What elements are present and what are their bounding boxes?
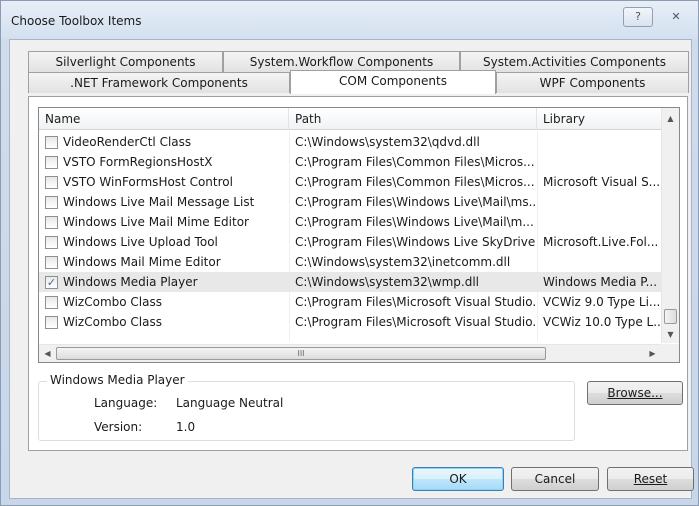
vertical-scrollbar[interactable]: ▲ ▼ (661, 108, 679, 343)
column-header-path[interactable]: Path (289, 108, 537, 130)
ok-button[interactable]: OK (412, 467, 504, 491)
scroll-right-arrow-icon[interactable]: ▶ (644, 345, 661, 362)
item-name: Windows Live Mail Mime Editor (63, 215, 249, 229)
item-name: VSTO FormRegionsHostX (63, 155, 213, 169)
reset-button[interactable]: Reset (607, 467, 694, 491)
list-item[interactable]: WizCombo Class C:\Program Files\Microsoft… (39, 292, 662, 312)
list-item[interactable]: WizCombo Class C:\Program Files\Microsoft… (39, 312, 662, 332)
item-library: Microsoft Visual S... (543, 175, 661, 189)
item-checkbox[interactable] (45, 236, 58, 249)
item-checkbox[interactable] (45, 156, 58, 169)
item-checkbox[interactable] (45, 296, 58, 309)
item-path: C:\Windows\system32\wmp.dll (295, 275, 479, 289)
scroll-up-arrow-icon[interactable]: ▲ (662, 110, 679, 127)
item-path: C:\Windows\system32\inetcomm.dll (295, 255, 511, 269)
item-library (543, 132, 661, 152)
tab-com-components[interactable]: COM Components (290, 70, 496, 94)
item-checkbox[interactable]: ✓ (45, 276, 58, 289)
language-value: Language Neutral (176, 396, 284, 410)
version-label: Version: (94, 420, 143, 434)
item-name: WizCombo Class (63, 315, 162, 329)
list-item[interactable]: Windows Mail Mime Editor C:\Windows\syste… (39, 252, 662, 272)
selected-item-details: Windows Media Player Language: Language … (38, 373, 575, 441)
item-name: Windows Mail Mime Editor (63, 255, 221, 269)
list-item[interactable]: ✓ Windows Media Player C:\Windows\system32… (39, 272, 662, 292)
item-name: WizCombo Class (63, 295, 162, 309)
scroll-left-arrow-icon[interactable]: ◀ (39, 345, 56, 362)
vertical-scroll-thumb[interactable] (664, 309, 677, 324)
close-icon: ✕ (671, 10, 681, 23)
window-title: Choose Toolbox Items (11, 14, 142, 28)
item-name: VideoRenderCtl Class (63, 135, 192, 149)
version-value: 1.0 (176, 420, 196, 434)
horizontal-scrollbar[interactable]: ◀ III ▶ (39, 344, 662, 362)
help-icon: ? (635, 10, 641, 23)
tab-net-framework-components[interactable]: .NET Framework Components (28, 72, 290, 93)
language-label: Language: (94, 396, 158, 410)
list-item[interactable]: Windows Live Upload Tool C:\Program Files… (39, 232, 662, 252)
item-path: C:\Program Files\Windows Live\Mail\ms... (295, 195, 535, 209)
item-library: Microsoft.Live.Fol... (543, 235, 659, 249)
list-body: VideoRenderCtl Class C:\Windows\system32\… (39, 131, 662, 341)
browse-button-label: Browse... (607, 386, 663, 400)
column-header-name[interactable]: Name (39, 108, 289, 130)
item-path: C:\Program Files\Microsoft Visual Studio… (295, 295, 535, 309)
close-button[interactable]: ✕ (661, 7, 691, 27)
details-title: Windows Media Player (47, 373, 188, 387)
item-path: C:\Windows\system32\qdvd.dll (295, 135, 480, 149)
title-bar: Choose Toolbox Items ? ✕ (1, 1, 698, 39)
item-checkbox[interactable] (45, 216, 58, 229)
scroll-grip-icon: III (297, 349, 305, 358)
tab-system-activities-components[interactable]: System.Activities Components (460, 51, 689, 72)
item-checkbox[interactable] (45, 176, 58, 189)
item-checkbox[interactable] (45, 256, 58, 269)
item-checkbox[interactable] (45, 196, 58, 209)
list-item[interactable]: VSTO FormRegionsHostX C:\Program Files\Co… (39, 152, 662, 172)
list-header: Name Path Library (39, 108, 662, 130)
list-item[interactable]: VideoRenderCtl Class C:\Windows\system32\… (39, 132, 662, 152)
column-header-library[interactable]: Library (537, 108, 662, 130)
item-library: Windows Media P... (543, 275, 658, 289)
reset-button-label: Reset (633, 472, 668, 486)
item-name: Windows Media Player (63, 275, 198, 289)
item-path: C:\Program Files\Windows Live SkyDrive..… (295, 235, 535, 249)
item-path: C:\Program Files\Windows Live\Mail\m... (295, 215, 534, 229)
cancel-button[interactable]: Cancel (511, 467, 599, 491)
dialog-window: Choose Toolbox Items ? ✕ Silverlight Com… (0, 0, 699, 506)
horizontal-scroll-thumb[interactable]: III (56, 347, 546, 360)
item-name: Windows Live Mail Message List (63, 195, 255, 209)
scrollbar-corner (661, 344, 679, 362)
item-library (543, 212, 661, 232)
scroll-down-arrow-icon[interactable]: ▼ (662, 326, 679, 343)
item-library: VCWiz 9.0 Type Li... (543, 295, 661, 309)
list-item[interactable]: Windows Live Mail Message List C:\Program… (39, 192, 662, 212)
item-name: Windows Live Upload Tool (63, 235, 218, 249)
item-library: VCWiz 10.0 Type L... (543, 315, 661, 329)
list-item[interactable]: VSTO WinFormsHost Control C:\Program File… (39, 172, 662, 192)
item-checkbox[interactable] (45, 136, 58, 149)
item-library (543, 152, 661, 172)
components-list[interactable]: Name Path Library VideoRenderCtl Class C:… (38, 107, 680, 363)
help-button[interactable]: ? (623, 7, 653, 27)
tab-wpf-components[interactable]: WPF Components (496, 72, 689, 93)
tab-silverlight-components[interactable]: Silverlight Components (28, 51, 223, 72)
browse-button[interactable]: Browse... (587, 381, 683, 405)
item-name: VSTO WinFormsHost Control (63, 175, 233, 189)
item-path: C:\Program Files\Common Files\Micros... (295, 155, 535, 169)
item-library (543, 192, 661, 212)
tab-system-workflow-components[interactable]: System.Workflow Components (223, 51, 460, 72)
item-path: C:\Program Files\Microsoft Visual Studio… (295, 315, 535, 329)
item-path: C:\Program Files\Common Files\Micros... (295, 175, 535, 189)
item-library (543, 252, 661, 272)
list-item[interactable]: Windows Live Mail Mime Editor C:\Program … (39, 212, 662, 232)
item-checkbox[interactable] (45, 316, 58, 329)
